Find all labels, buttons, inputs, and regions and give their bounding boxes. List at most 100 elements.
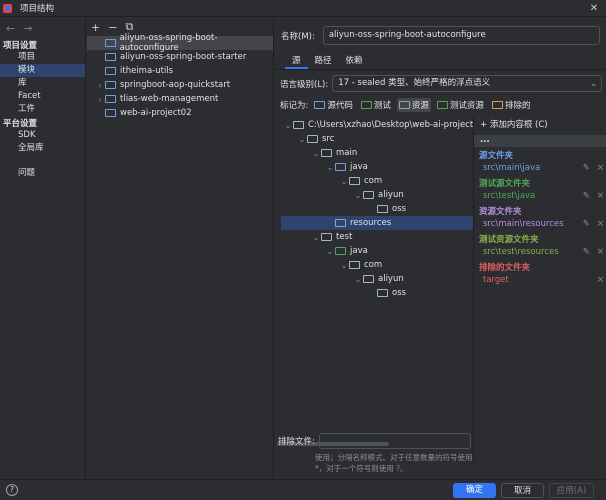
module-item[interactable]: aliyun-oss-spring-boot-autoconfigure [87,33,273,53]
module-item[interactable]: › tlias-web-management [87,92,273,106]
nav-item-modules[interactable]: 模块 [0,64,85,77]
folder-icon [293,121,304,129]
nav-item-facet[interactable]: Facet [0,90,85,103]
tree-row[interactable]: ⌄ com [339,174,383,188]
content-roots-panel: + 添加内容根 (C) ... 源文件夹 src\main\java ✎ × 测试源… [473,116,606,462]
module-item[interactable]: aliyun-oss-spring-boot-starter [87,50,273,64]
window-title: 项目结构 [20,4,55,14]
folder-icon [363,275,374,283]
edit-icon[interactable]: ✎ [583,218,593,230]
chevron-down-icon: ⌄ [326,246,334,256]
module-item[interactable]: web-ai-project02 [87,106,273,120]
tree-row[interactable]: ⌄ java [325,160,368,174]
cancel-button[interactable]: 取消 [501,483,544,498]
folder-icon [349,177,360,185]
mark-as-label: 标记为: [280,101,309,111]
mark-excluded-button[interactable]: 排除的 [490,98,533,112]
module-item[interactable]: itheima-utils [87,64,273,78]
mark-sources-button[interactable]: 源代码 [312,98,355,112]
tree-row-selected[interactable]: resources [281,216,473,230]
add-content-root-button[interactable]: + 添加内容根 (C) [480,118,548,130]
mark-resources-button[interactable]: 资源 [396,98,431,112]
source-folder-icon [335,163,346,171]
module-detail-panel: 名称(M): aliyun-oss-spring-boot-autoconfig… [275,18,606,479]
tab-paths[interactable]: 路径 [308,55,339,69]
tree-row[interactable]: ⌄ main [311,146,358,160]
exclude-help-text: 使用；分隔名称模式。对于任意数量的符号使用 *，对于一个符号则使用 ?。 [315,453,473,473]
chevron-down-icon: ⌄ [354,190,362,200]
module-name-input[interactable]: aliyun-oss-spring-boot-autoconfigure [322,26,600,45]
test-resource-folder-icon [436,101,448,109]
test-resource-folders-group: 测试资源文件夹 src\test\resources ✎ × [479,235,604,258]
remove-icon[interactable]: × [593,190,604,202]
folder-icon [377,205,388,213]
nav-item-problems[interactable]: 问题 [0,167,85,180]
content-root-header: ... [474,135,606,147]
tree-row[interactable]: ⌄ src [297,132,335,146]
chevron-down-icon: ⌄ [298,134,306,144]
chevron-right-icon[interactable]: › [95,95,105,104]
module-folder-icon [105,109,116,117]
nav-section-platform-settings: 平台设置 [3,119,38,129]
folder-icon [321,233,332,241]
tree-row[interactable]: ⌄C:\Users\xzhao\Desktop\web-ai-project02… [283,118,473,132]
title-bar: 项目结构 ✕ [0,0,606,17]
chevron-down-icon: ⌄ [354,274,362,284]
edit-icon[interactable]: ✎ [583,190,593,202]
close-icon[interactable]: ✕ [582,0,606,17]
excluded-folders-group: 排除的文件夹 target × [479,263,604,286]
resource-folders-group: 资源文件夹 src\main\resources ✎ × [479,207,604,230]
edit-icon[interactable]: ✎ [583,246,593,258]
back-arrow-icon[interactable]: ← [6,22,15,35]
nav-item-libraries[interactable]: 库 [0,77,85,90]
source-folders-group: 源文件夹 src\main\java ✎ × [479,151,604,174]
nav-item-global-libraries[interactable]: 全局库 [0,142,85,155]
copy-module-icon[interactable]: ⧉ [125,20,133,34]
remove-icon[interactable]: × [593,162,604,174]
nav-item-sdk[interactable]: SDK [0,129,85,142]
dialog-footer: ? 确定 取消 应用(A) [0,479,606,500]
folder-icon [349,261,360,269]
ok-button[interactable]: 确定 [453,483,496,498]
language-level-label: 语言级别(L): [280,79,329,90]
apply-button[interactable]: 应用(A) [549,483,594,498]
chevron-right-icon[interactable]: › [95,81,105,90]
module-folder-icon [105,95,116,103]
remove-module-icon[interactable]: − [108,21,117,34]
mark-test-resources-button[interactable]: 测试资源 [435,98,486,112]
module-folder-icon [105,67,116,75]
remove-icon[interactable]: × [593,274,604,286]
tab-sources[interactable]: 源 [285,55,308,69]
chevron-down-icon: ⌄ [326,162,334,172]
nav-item-artifacts[interactable]: 工件 [0,103,85,116]
edit-icon[interactable]: ✎ [583,162,593,174]
chevron-down-icon: ⌄ [284,120,292,130]
language-level-select[interactable]: 17 - sealed 类型、始终严格的浮点语义 ⌄ [332,75,603,92]
forward-arrow-icon[interactable]: → [23,22,32,35]
excluded-folder-icon [491,101,503,109]
tree-row[interactable]: oss [367,286,406,300]
tree-row[interactable]: ⌄ aliyun [353,272,404,286]
mark-tests-button[interactable]: 测试 [359,98,393,112]
content-root-tree: ⌄C:\Users\xzhao\Desktop\web-ai-project02… [281,116,473,444]
nav-item-project[interactable]: 项目 [0,51,85,64]
folder-icon [321,149,332,157]
tree-row[interactable]: ⌄ java [325,244,368,258]
tree-row[interactable]: ⌄ test [311,230,353,244]
folder-icon [377,289,388,297]
source-folder-icon [314,101,326,109]
resource-folder-icon [335,219,346,227]
help-icon[interactable]: ? [6,484,18,496]
tree-row[interactable]: ⌄ aliyun [353,188,404,202]
remove-icon[interactable]: × [593,218,604,230]
exclude-files-input[interactable] [318,433,471,449]
module-item[interactable]: › springboot-aop-quickstart [87,78,273,92]
remove-icon[interactable]: × [593,246,604,258]
tree-row[interactable]: oss [367,202,406,216]
chevron-down-icon: ⌄ [340,260,348,270]
add-module-icon[interactable]: + [91,21,100,34]
module-folder-icon [105,81,116,89]
tab-dependencies[interactable]: 依赖 [339,55,370,69]
tree-row[interactable]: ⌄ com [339,258,383,272]
test-folder-icon [335,247,346,255]
